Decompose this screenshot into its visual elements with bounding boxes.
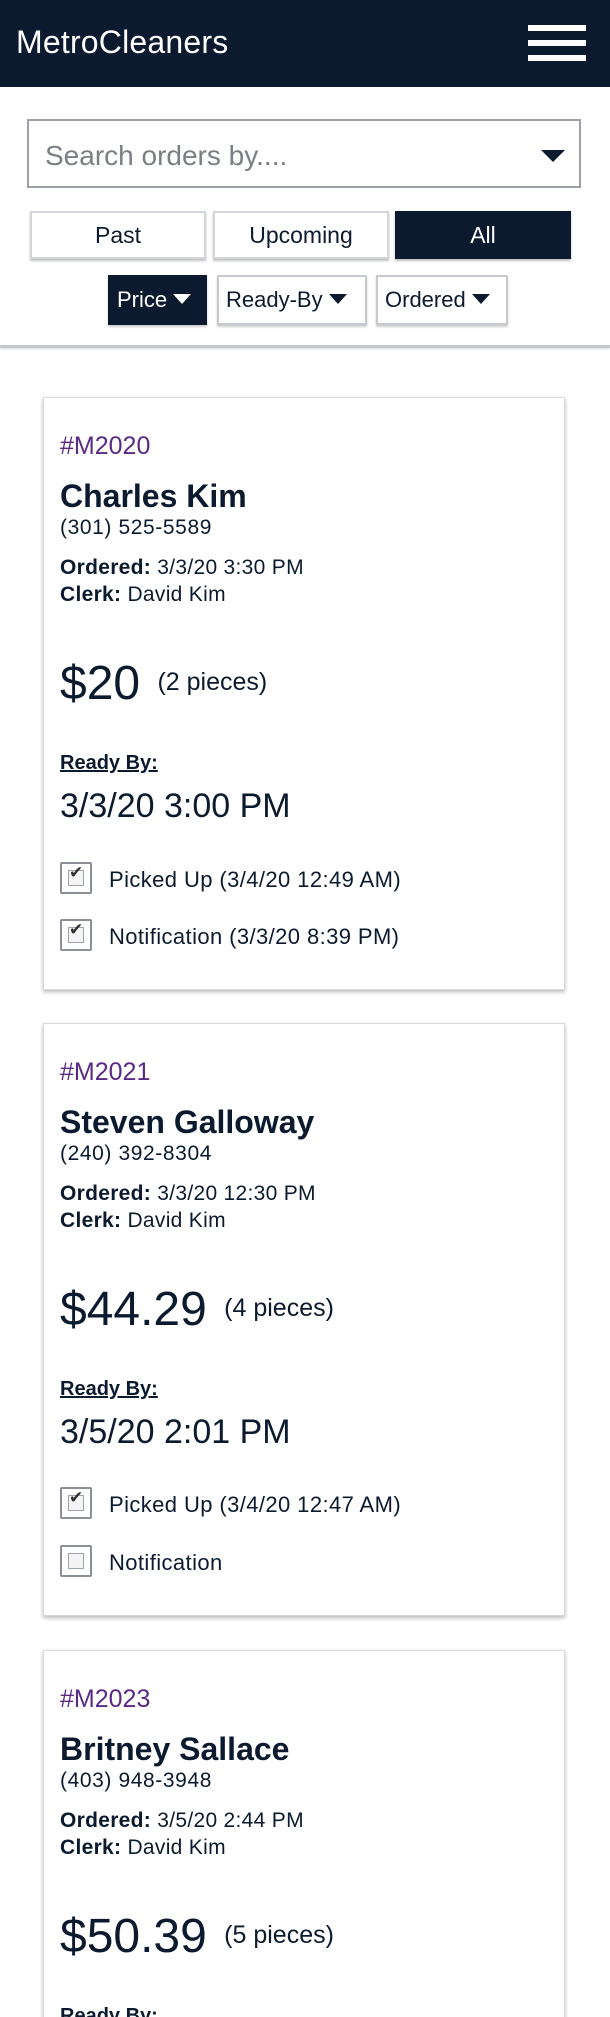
order-number[interactable]: #M2021 bbox=[60, 1058, 150, 1087]
brand-title: MetroCleaners bbox=[16, 24, 229, 60]
ordered-label: Ordered: bbox=[60, 1182, 152, 1205]
ordered-line: Ordered: 3/3/20 12:30 PM bbox=[60, 1182, 316, 1206]
divider bbox=[0, 345, 610, 348]
notification-label: Notification bbox=[109, 1550, 223, 1575]
ready-by-label: Ready By: bbox=[60, 2005, 158, 2017]
clerk-line: Clerk: David Kim bbox=[60, 583, 226, 607]
customer-phone: (403) 948-3948 bbox=[60, 1769, 213, 1792]
picked-up-checkbox[interactable]: ✔ bbox=[60, 1487, 92, 1519]
customer-name: Charles Kim bbox=[60, 478, 247, 514]
sort-ready-by-label: Ready-By bbox=[226, 287, 323, 312]
order-number[interactable]: #M2023 bbox=[60, 1685, 150, 1714]
piece-count: (5 pieces) bbox=[224, 1921, 334, 1949]
caret-down-icon bbox=[471, 294, 490, 304]
ready-by-label: Ready By: bbox=[60, 752, 158, 774]
picked-up-label: Picked Up (3/4/20 12:49 AM) bbox=[109, 867, 402, 892]
notification-checkbox[interactable] bbox=[60, 1545, 92, 1577]
customer-name: Britney Sallace bbox=[60, 1731, 290, 1767]
caret-down-icon[interactable] bbox=[541, 150, 565, 162]
clerk-label: Clerk: bbox=[60, 583, 122, 606]
tab-past[interactable]: Past bbox=[30, 211, 206, 259]
picked-up-label: Picked Up (3/4/20 12:47 AM) bbox=[109, 1492, 402, 1517]
clerk-name: David Kim bbox=[127, 1209, 226, 1232]
caret-down-icon bbox=[173, 294, 192, 304]
order-price: $50.39 (5 pieces) bbox=[60, 1909, 334, 1964]
customer-phone: (240) 392-8304 bbox=[60, 1142, 213, 1165]
customer-name: Steven Galloway bbox=[60, 1104, 315, 1140]
sort-price-label: Price bbox=[117, 287, 168, 312]
checkmark-icon: ✔ bbox=[69, 1488, 84, 1508]
ordered-date: 3/5/20 2:44 PM bbox=[157, 1809, 304, 1832]
ordered-date: 3/3/20 3:30 PM bbox=[157, 556, 304, 579]
order-number[interactable]: #M2020 bbox=[60, 432, 150, 461]
sort-price-button[interactable]: Price bbox=[108, 275, 207, 325]
picked-up-checkbox[interactable]: ✔ bbox=[60, 862, 92, 894]
clerk-label: Clerk: bbox=[60, 1209, 122, 1232]
sort-ordered-label: Ordered bbox=[385, 287, 466, 312]
ready-by-value: 3/3/20 3:00 PM bbox=[60, 787, 291, 825]
customer-phone: (301) 525-5589 bbox=[60, 516, 213, 539]
ordered-line: Ordered: 3/5/20 2:44 PM bbox=[60, 1809, 304, 1833]
ordered-label: Ordered: bbox=[60, 1809, 152, 1832]
search-placeholder: Search orders by.... bbox=[45, 140, 288, 171]
notification-label: Notification (3/3/20 8:39 PM) bbox=[109, 924, 400, 949]
sort-ordered-button[interactable]: Ordered bbox=[376, 275, 508, 325]
clerk-line: Clerk: David Kim bbox=[60, 1209, 226, 1233]
price-value: $44.29 bbox=[60, 1283, 207, 1336]
checkmark-icon: ✔ bbox=[69, 920, 84, 940]
ordered-line: Ordered: 3/3/20 3:30 PM bbox=[60, 556, 304, 580]
clerk-name: David Kim bbox=[127, 583, 226, 606]
price-value: $20 bbox=[60, 657, 141, 710]
clerk-name: David Kim bbox=[127, 1836, 226, 1859]
caret-down-icon bbox=[328, 294, 347, 304]
tab-upcoming[interactable]: Upcoming bbox=[213, 211, 389, 259]
order-card[interactable]: #M2021 Steven Galloway (240) 392-8304 Or… bbox=[43, 1023, 565, 1616]
price-value: $50.39 bbox=[60, 1910, 207, 1963]
order-price: $44.29 (4 pieces) bbox=[60, 1282, 334, 1337]
ordered-label: Ordered: bbox=[60, 556, 152, 579]
notification-checkbox[interactable]: ✔ bbox=[60, 919, 92, 951]
order-card[interactable]: #M2020 Charles Kim (301) 525-5589 Ordere… bbox=[43, 397, 565, 990]
hamburger-menu-icon[interactable] bbox=[528, 25, 586, 61]
ready-by-label: Ready By: bbox=[60, 1378, 158, 1400]
sort-ready-by-button[interactable]: Ready-By bbox=[217, 275, 367, 325]
tab-all[interactable]: All bbox=[395, 211, 571, 259]
search-input[interactable]: Search orders by.... bbox=[27, 119, 581, 188]
checkmark-icon: ✔ bbox=[69, 863, 84, 883]
piece-count: (4 pieces) bbox=[224, 1294, 334, 1322]
order-card[interactable]: #M2023 Britney Sallace (403) 948-3948 Or… bbox=[43, 1650, 565, 2017]
clerk-line: Clerk: David Kim bbox=[60, 1836, 226, 1860]
top-bar: MetroCleaners bbox=[0, 0, 610, 87]
piece-count: (2 pieces) bbox=[157, 668, 268, 696]
ordered-date: 3/3/20 12:30 PM bbox=[157, 1182, 316, 1205]
clerk-label: Clerk: bbox=[60, 1836, 122, 1859]
ready-by-value: 3/5/20 2:01 PM bbox=[60, 1413, 291, 1451]
order-price: $20 (2 pieces) bbox=[60, 656, 267, 711]
